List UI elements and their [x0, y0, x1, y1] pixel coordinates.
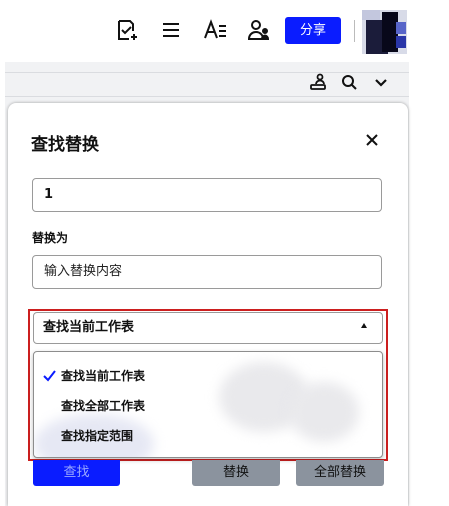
- avatar[interactable]: [360, 10, 409, 54]
- collaborators-icon[interactable]: [247, 18, 271, 42]
- replace-all-button[interactable]: 全部替换: [296, 460, 384, 486]
- menu-icon[interactable]: [159, 18, 183, 42]
- replace-input[interactable]: 输入替换内容: [32, 255, 382, 289]
- caret-up-icon: [361, 323, 367, 328]
- replace-button[interactable]: 替换: [192, 460, 280, 486]
- checkmark-icon: [43, 369, 56, 382]
- toolbar-divider: [354, 20, 355, 42]
- option-label: 查找指定范围: [61, 429, 134, 443]
- search-icon[interactable]: [340, 73, 358, 91]
- find-button[interactable]: 查找: [33, 460, 120, 486]
- replace-label: 替换为: [32, 231, 69, 245]
- user-cell-icon[interactable]: [309, 73, 327, 91]
- text-format-icon[interactable]: [203, 18, 227, 42]
- chevron-down-icon[interactable]: [372, 73, 390, 91]
- scope-select[interactable]: 查找当前工作表: [33, 312, 383, 344]
- scope-option-range[interactable]: 查找指定范围: [34, 422, 382, 450]
- top-toolbar: 分享: [0, 0, 409, 62]
- scope-option-current-sheet[interactable]: 查找当前工作表: [34, 362, 382, 390]
- grid-line: [5, 96, 409, 97]
- close-icon[interactable]: [362, 130, 382, 150]
- find-input[interactable]: 1: [32, 178, 382, 212]
- share-button[interactable]: 分享: [285, 17, 341, 44]
- scope-dropdown: 查找当前工作表 查找全部工作表 查找指定范围: [33, 351, 383, 458]
- option-label: 查找全部工作表: [61, 399, 146, 413]
- panel-title: 查找替换: [31, 135, 99, 155]
- option-label: 查找当前工作表: [61, 369, 146, 383]
- edit-add-icon[interactable]: [115, 18, 139, 42]
- scope-option-all-sheets[interactable]: 查找全部工作表: [34, 392, 382, 420]
